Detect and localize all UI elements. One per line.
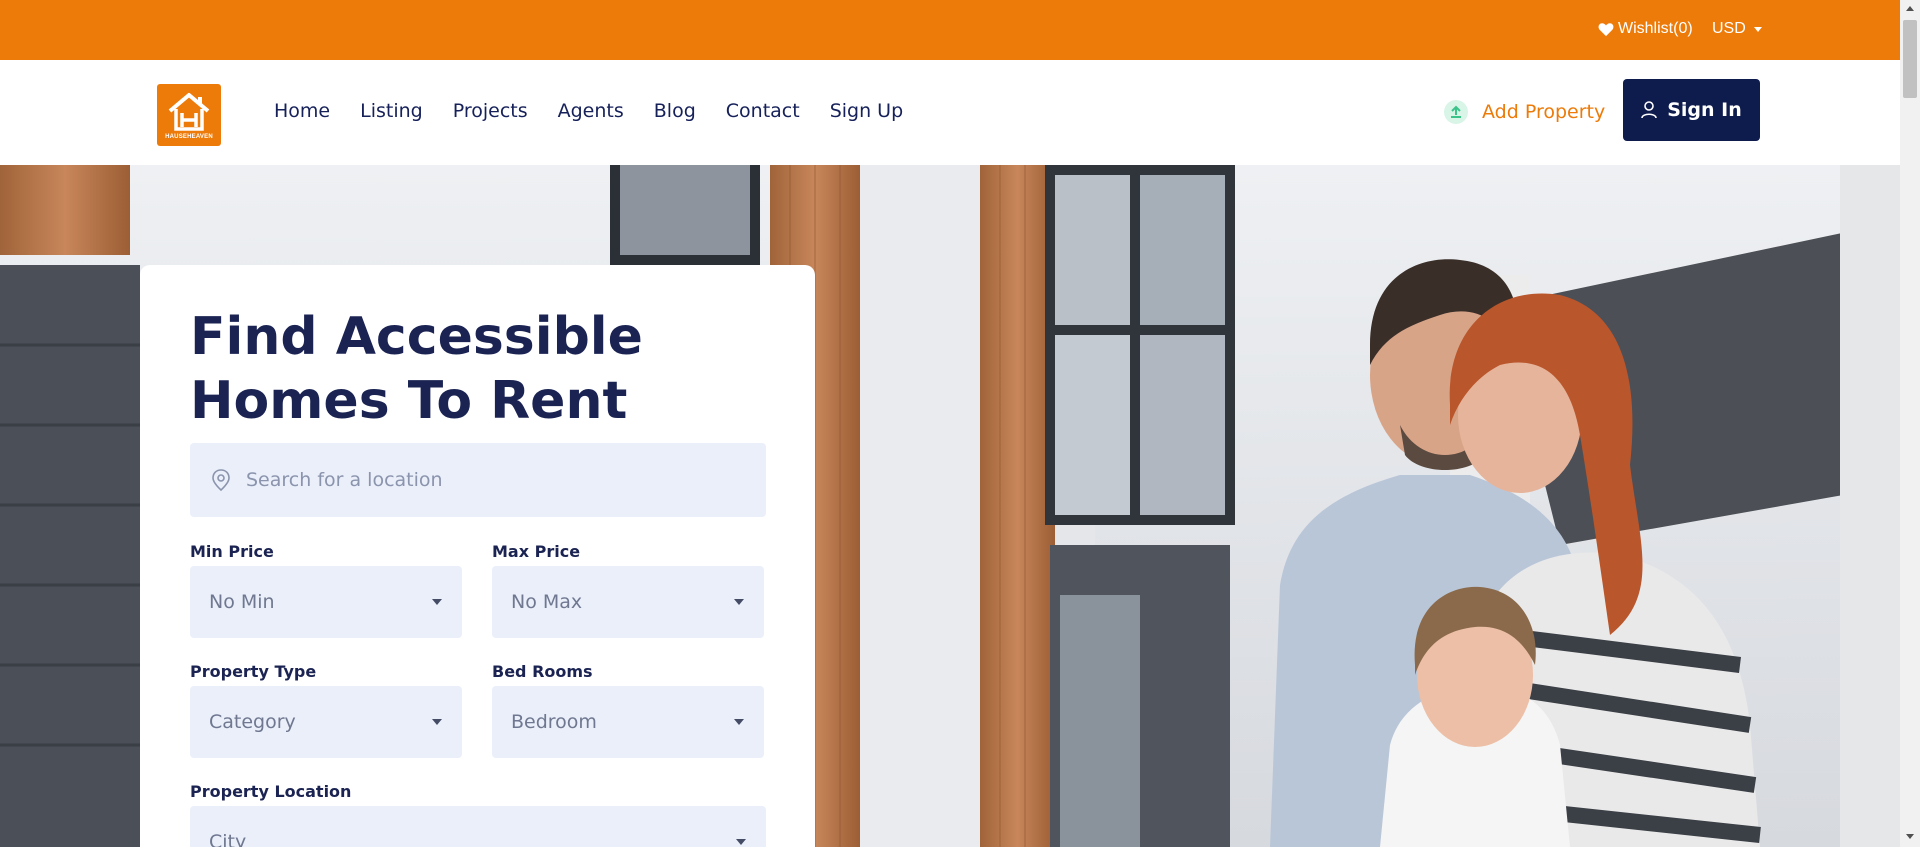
add-property-label: Add Property — [1482, 101, 1606, 123]
chevron-down-icon — [734, 719, 744, 725]
chevron-down-icon — [432, 599, 442, 605]
max-price-label: Max Price — [492, 542, 581, 561]
scroll-up-arrow-icon[interactable] — [1906, 6, 1914, 11]
max-price-select[interactable]: No Max — [492, 566, 764, 638]
currency-label: USD — [1712, 20, 1746, 37]
location-search-input[interactable] — [246, 469, 746, 491]
property-type-value: Category — [209, 711, 296, 733]
nav-home[interactable]: Home — [274, 100, 330, 122]
property-location-value: City — [209, 831, 247, 847]
max-price-value: No Max — [511, 591, 583, 613]
bed-rooms-select[interactable]: Bedroom — [492, 686, 764, 758]
main-nav: Home Listing Projects Agents Blog Contac… — [274, 100, 933, 122]
page-scrollbar[interactable] — [1900, 0, 1920, 847]
wishlist-label: Wishlist(0) — [1618, 20, 1693, 37]
site-logo[interactable]: HAUSEHEAVEN — [157, 84, 221, 146]
bed-rooms-label: Bed Rooms — [492, 662, 593, 681]
nav-agents[interactable]: Agents — [558, 100, 624, 122]
nav-listing[interactable]: Listing — [360, 100, 423, 122]
wishlist-link[interactable]: Wishlist(0) — [1598, 20, 1693, 38]
user-icon — [1641, 101, 1658, 119]
add-property-link[interactable]: Add Property — [1444, 100, 1605, 124]
search-card: Find Accessible Homes To Rent Min Price … — [140, 265, 815, 847]
nav-blog[interactable]: Blog — [654, 100, 696, 122]
nav-sign-up[interactable]: Sign Up — [830, 100, 903, 122]
chevron-down-icon — [432, 719, 442, 725]
min-price-value: No Min — [209, 591, 275, 613]
chevron-down-icon — [1753, 26, 1762, 32]
property-type-label: Property Type — [190, 662, 317, 681]
min-price-label: Min Price — [190, 542, 274, 561]
min-price-select[interactable]: No Min — [190, 566, 462, 638]
chevron-down-icon — [734, 599, 744, 605]
scroll-down-arrow-icon[interactable] — [1906, 834, 1914, 839]
sign-in-label: Sign In — [1667, 99, 1742, 121]
logo-text: HAUSEHEAVEN — [165, 133, 213, 140]
sign-in-button[interactable]: Sign In — [1623, 79, 1760, 141]
heart-icon — [1598, 22, 1614, 36]
scrollbar-thumb[interactable] — [1903, 20, 1917, 98]
add-property-icon — [1444, 100, 1468, 124]
nav-contact[interactable]: Contact — [726, 100, 800, 122]
house-logo-icon — [168, 92, 210, 131]
location-search-field[interactable] — [190, 443, 766, 517]
property-location-label: Property Location — [190, 782, 352, 801]
nav-projects[interactable]: Projects — [453, 100, 528, 122]
search-title: Find Accessible Homes To Rent — [190, 307, 643, 431]
property-type-select[interactable]: Category — [190, 686, 462, 758]
map-pin-icon — [212, 469, 230, 492]
currency-dropdown[interactable]: USD — [1712, 20, 1762, 38]
chevron-down-icon — [736, 839, 746, 845]
property-location-select[interactable]: City — [190, 806, 766, 847]
top-bar: Wishlist(0) USD — [0, 0, 1900, 60]
main-header: HAUSEHEAVEN Home Listing Projects Agents… — [0, 60, 1900, 165]
bed-rooms-value: Bedroom — [511, 711, 597, 733]
